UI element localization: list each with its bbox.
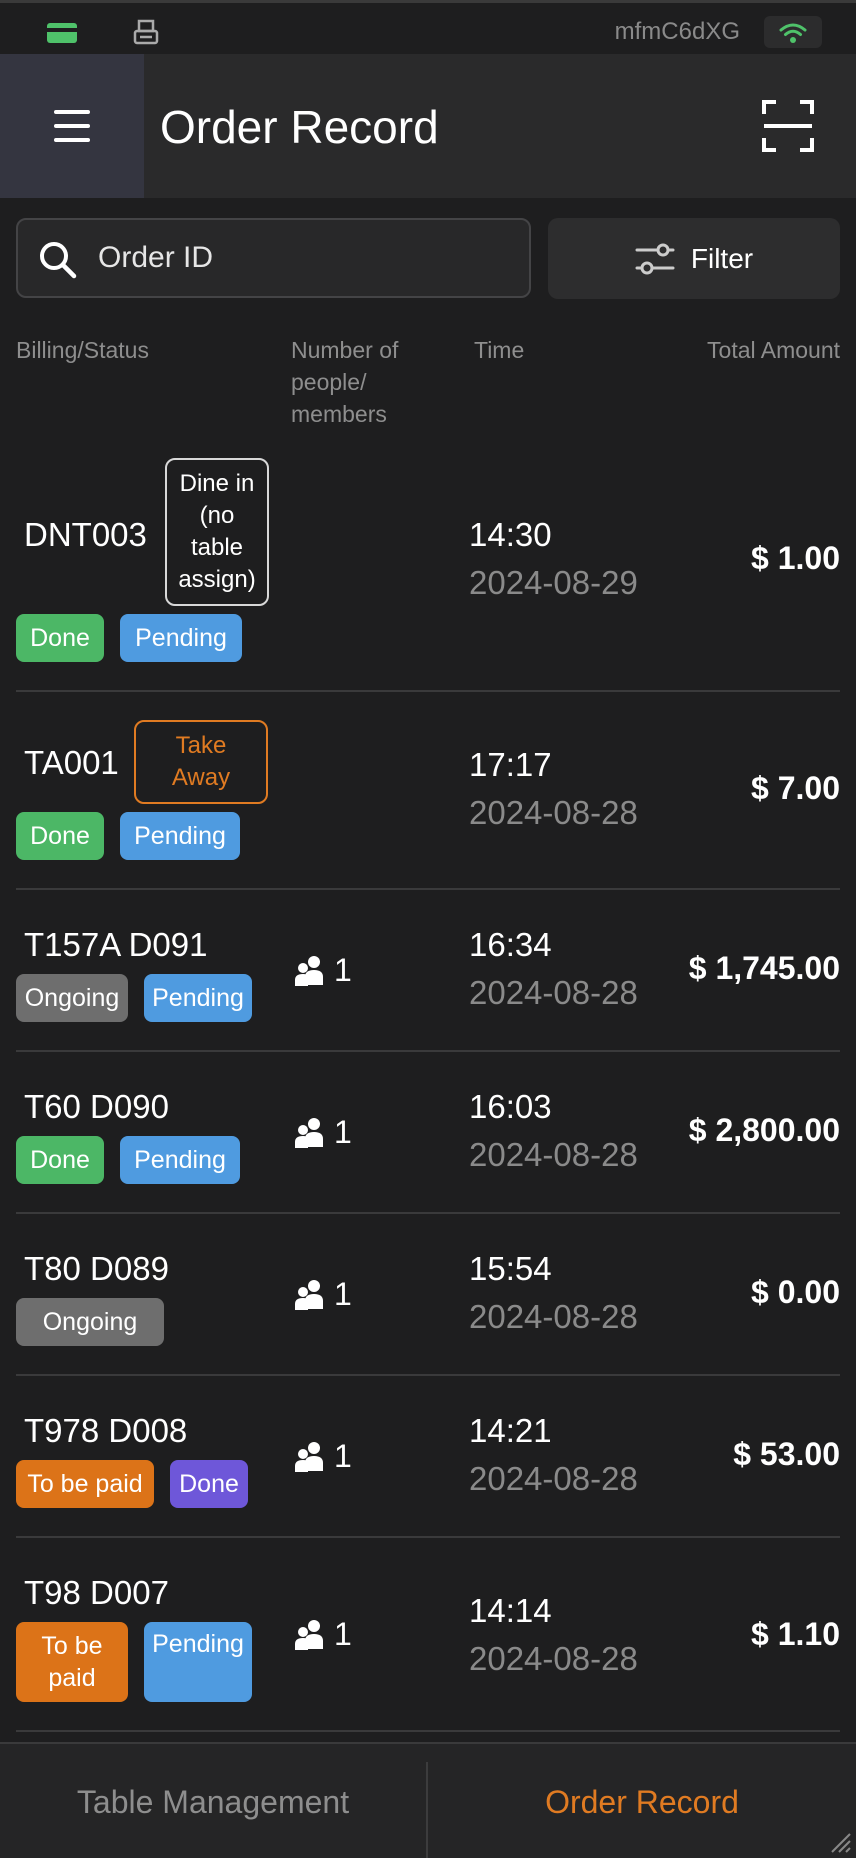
filter-button[interactable]: Filter: [548, 218, 840, 299]
order-date: 2024-08-28: [469, 1460, 638, 1497]
take-away-badge: Take Away: [134, 720, 268, 804]
search-icon: [40, 242, 77, 279]
status-badge: Done: [16, 812, 104, 860]
order-id: T978 D008: [24, 1412, 188, 1449]
menu-icon: [54, 105, 90, 147]
column-header-total: Total Amount: [707, 337, 840, 363]
order-row[interactable]: T60 D090 Done Pending 1 16:03 2024-08-28…: [16, 1052, 840, 1214]
column-header-time: Time: [474, 337, 525, 363]
order-amount: $ 1.00: [751, 540, 840, 576]
people-icon: [295, 1441, 323, 1472]
status-badge: Pending: [144, 1622, 252, 1702]
order-time: 16:34: [469, 926, 552, 963]
people-icon: [295, 1279, 323, 1310]
order-time: 16:03: [469, 1088, 552, 1125]
order-amount: $ 0.00: [751, 1274, 840, 1310]
order-amount: $ 1,745.00: [688, 950, 840, 986]
device-id: mfmC6dXG: [614, 18, 740, 45]
dine-in-badge: Dine in (no table assign): [165, 458, 269, 606]
status-badge: Pending: [120, 1136, 240, 1184]
order-date: 2024-08-28: [469, 794, 638, 831]
bottom-tab-bar: Table Management Order Record: [0, 1742, 856, 1858]
order-time: 17:17: [469, 746, 552, 783]
order-time: 14:14: [469, 1592, 552, 1629]
order-amount: $ 1.10: [751, 1616, 840, 1652]
order-date: 2024-08-28: [469, 1136, 638, 1173]
order-row[interactable]: TA001 Take Away Done Pending 17:17 2024-…: [16, 692, 840, 890]
people-count: 1: [294, 1616, 352, 1653]
order-row[interactable]: T157A D091 Ongoing Pending 1 16:34 2024-…: [16, 890, 840, 1052]
people-count: 1: [294, 1438, 352, 1475]
search-box[interactable]: [16, 218, 531, 298]
page-title: Order Record: [160, 101, 439, 153]
status-badge: Done: [16, 1136, 104, 1184]
people-count: 1: [294, 1114, 352, 1151]
order-row[interactable]: T98 D007 To be paid Pending 1 14:14 2024…: [16, 1538, 840, 1732]
status-badge: To be paid: [16, 1622, 128, 1702]
order-date: 2024-08-28: [469, 1298, 638, 1335]
order-id: T157A D091: [24, 926, 208, 963]
status-badge: Pending: [120, 812, 240, 860]
menu-button[interactable]: [0, 54, 144, 198]
scan-icon[interactable]: [762, 100, 814, 152]
order-amount: $ 53.00: [733, 1436, 840, 1472]
status-badge: Done: [170, 1460, 248, 1508]
people-icon: [295, 1117, 323, 1148]
filter-label: Filter: [690, 242, 754, 274]
order-row[interactable]: T80 D089 Ongoing 1 15:54 2024-08-28 $ 0.…: [16, 1214, 840, 1376]
order-id: TA001: [24, 744, 119, 781]
status-badge: Pending: [120, 614, 242, 662]
status-badge: Pending: [144, 974, 252, 1022]
printer-icon: [133, 19, 159, 45]
people-icon: [295, 955, 323, 986]
tab-order-record[interactable]: Order Record: [428, 1744, 856, 1858]
wifi-icon: [779, 23, 807, 43]
app-header: Order Record: [0, 54, 856, 198]
people-icon: [295, 1619, 323, 1650]
people-count: 1: [294, 952, 352, 989]
tab-table-management[interactable]: Table Management: [0, 1744, 426, 1858]
order-amount: $ 2,800.00: [688, 1112, 840, 1148]
search-input[interactable]: [98, 220, 518, 296]
column-header-billing-status: Billing/Status: [16, 337, 149, 363]
status-badge: To be paid: [16, 1460, 154, 1508]
order-time: 14:30: [469, 516, 552, 553]
order-id: T60 D090: [24, 1088, 169, 1125]
order-date: 2024-08-28: [469, 1640, 638, 1677]
order-time: 15:54: [469, 1250, 552, 1287]
order-id: DNT003: [24, 516, 147, 553]
status-badge: Ongoing: [16, 1298, 164, 1346]
order-amount: $ 7.00: [751, 770, 840, 806]
column-header-people: Number of people/ members: [291, 337, 399, 427]
status-badge: Ongoing: [16, 974, 128, 1022]
card-icon: [47, 23, 77, 43]
order-time: 14:21: [469, 1412, 552, 1449]
sliders-icon: [635, 243, 675, 274]
order-row[interactable]: T978 D008 To be paid Done 1 14:21 2024-0…: [16, 1376, 840, 1538]
status-bar: mfmC6dXG: [0, 0, 856, 54]
order-date: 2024-08-28: [469, 974, 638, 1011]
order-row[interactable]: DNT003 Dine in (no table assign) Done Pe…: [16, 440, 840, 692]
wifi-indicator: [764, 16, 822, 48]
order-id: T98 D007: [24, 1574, 169, 1611]
people-count: 1: [294, 1276, 352, 1313]
order-id: T80 D089: [24, 1250, 169, 1287]
order-date: 2024-08-29: [469, 564, 638, 601]
resize-handle-icon[interactable]: [828, 1830, 852, 1854]
status-badge: Done: [16, 614, 104, 662]
